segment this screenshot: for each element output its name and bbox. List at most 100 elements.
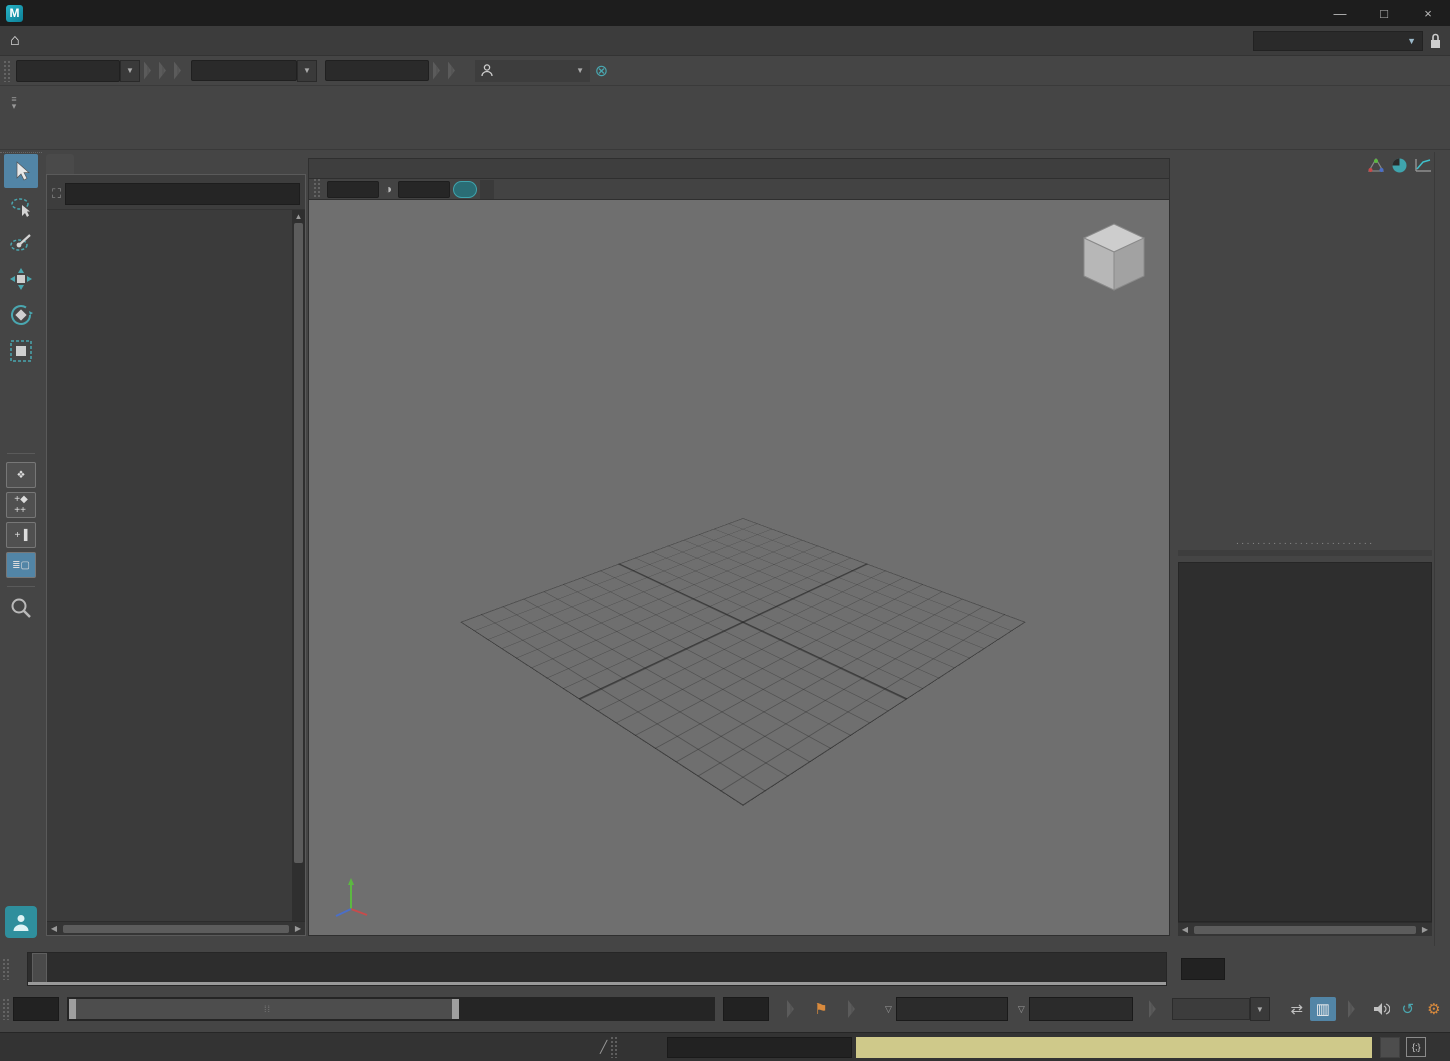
- group-collapser[interactable]: [1348, 1000, 1355, 1018]
- view-cube[interactable]: [1077, 220, 1151, 300]
- user-avatar[interactable]: [5, 906, 37, 938]
- bookmark-add-icon[interactable]: ⚑: [808, 997, 834, 1021]
- more-info-button[interactable]: [1380, 1037, 1400, 1058]
- selection-filter-icon[interactable]: ⛶: [52, 186, 61, 202]
- rotate-tool[interactable]: [4, 298, 38, 332]
- pencil-grip-icon[interactable]: ╱: [600, 1040, 607, 1054]
- fps-arrow[interactable]: ▼: [1250, 997, 1270, 1021]
- range-start-handle[interactable]: [69, 999, 76, 1019]
- speed-toggle-icon[interactable]: [1392, 158, 1407, 173]
- ground-plane-grid: [460, 518, 1026, 806]
- contrast-icon[interactable]: ◑: [379, 180, 398, 199]
- view-transform-select[interactable]: [480, 180, 494, 199]
- lasso-icon: [9, 196, 33, 218]
- scroll-left-icon[interactable]: ◀: [1178, 925, 1192, 934]
- live-surface-field[interactable]: [191, 60, 297, 81]
- panel-grip[interactable]: [2, 998, 10, 1020]
- outliner-vertical-scrollbar[interactable]: ▲: [292, 210, 305, 921]
- menu-set-select[interactable]: [16, 60, 120, 82]
- select-tool[interactable]: [4, 154, 38, 188]
- character-set-field[interactable]: [896, 997, 1008, 1021]
- group-collapser[interactable]: [144, 62, 151, 80]
- group-grip[interactable]: [3, 60, 11, 82]
- outliner-list: ▲: [47, 209, 305, 921]
- scroll-right-icon[interactable]: ▶: [291, 924, 305, 933]
- panel-divider[interactable]: ··························: [1178, 538, 1432, 549]
- home-icon[interactable]: ⌂: [10, 32, 20, 50]
- retime-icon[interactable]: ↺: [1395, 997, 1421, 1021]
- shelf-menu-icon[interactable]: ≡▾: [0, 96, 28, 110]
- graph-icon[interactable]: [1415, 158, 1432, 172]
- move-tool[interactable]: [4, 262, 38, 296]
- current-frame-field[interactable]: [1181, 958, 1225, 980]
- layer-editor-panel: ◀ ▶: [1178, 550, 1432, 936]
- timeline-ruler[interactable]: [27, 952, 1167, 986]
- outliner-horizontal-scrollbar[interactable]: ◀ ▶: [47, 921, 305, 935]
- circle-x-icon[interactable]: ⊗: [590, 59, 613, 82]
- zoom-tool-icon[interactable]: [10, 597, 32, 619]
- command-line-input[interactable]: [667, 1037, 852, 1058]
- viewport-menubar: [308, 158, 1170, 178]
- exposure-field[interactable]: [327, 181, 379, 198]
- paint-select-tool[interactable]: [4, 226, 38, 260]
- layer-editor-scrollbar[interactable]: ◀ ▶: [1178, 922, 1432, 936]
- group-collapser[interactable]: [448, 62, 455, 80]
- group-collapser[interactable]: [787, 1000, 794, 1018]
- scrollbar-thumb[interactable]: [1194, 926, 1416, 934]
- status-line: ▼ ▼ ▼ ⊗: [0, 56, 1450, 86]
- sidebar-tab-strip: [1434, 152, 1450, 946]
- live-surface-arrow[interactable]: ▼: [297, 60, 317, 82]
- axis-gizmo: [329, 873, 375, 919]
- gamma-field[interactable]: [398, 181, 450, 198]
- color-management-toggle[interactable]: [453, 181, 477, 198]
- layout-two-pane-button[interactable]: +▐: [6, 522, 36, 548]
- group-collapser[interactable]: [433, 62, 440, 80]
- scrollbar-thumb[interactable]: [63, 925, 289, 933]
- character-set-arrow[interactable]: ▽: [885, 1004, 892, 1015]
- workspace-lock-icon[interactable]: [1429, 33, 1442, 49]
- lasso-select-tool[interactable]: [4, 190, 38, 224]
- outliner-panel-tab[interactable]: [46, 154, 74, 174]
- sign-in-button[interactable]: ▼: [475, 60, 590, 82]
- script-editor-icon[interactable]: {;}: [1406, 1037, 1426, 1057]
- layout-outliner-persp-button[interactable]: ≣▢: [6, 552, 36, 578]
- layout-four-pane-button[interactable]: +◆++: [6, 492, 36, 518]
- close-button[interactable]: ×: [1406, 0, 1450, 26]
- group-collapser[interactable]: [1149, 1000, 1156, 1018]
- scroll-right-icon[interactable]: ▶: [1418, 925, 1432, 934]
- panel-grip[interactable]: [2, 958, 10, 980]
- channel-gizmo-icon[interactable]: [1368, 158, 1384, 172]
- scroll-up-icon[interactable]: ▲: [295, 210, 303, 223]
- range-end-handle[interactable]: [452, 999, 459, 1019]
- layout-single-pane-button[interactable]: ❖: [6, 462, 36, 488]
- loop-playback-icon[interactable]: ⇄: [1284, 997, 1310, 1021]
- animation-end-field[interactable]: [723, 997, 769, 1021]
- outliner-search-input[interactable]: [65, 183, 300, 205]
- audio-mute-icon[interactable]: [1369, 997, 1395, 1021]
- clip-playback-icon[interactable]: ▥: [1310, 997, 1336, 1021]
- group-collapser[interactable]: [159, 62, 166, 80]
- group-collapser[interactable]: [848, 1000, 855, 1018]
- anim-layer-arrow[interactable]: ▽: [1018, 1004, 1025, 1015]
- maximize-button[interactable]: □: [1362, 0, 1406, 26]
- animation-start-field[interactable]: [13, 997, 59, 1021]
- panel-grip[interactable]: [610, 1036, 618, 1058]
- anim-layer-field[interactable]: [1029, 997, 1133, 1021]
- group-collapser[interactable]: [174, 62, 181, 80]
- range-slider-track[interactable]: ⁞⁞: [67, 997, 715, 1021]
- viewport-canvas[interactable]: [308, 200, 1170, 936]
- symmetry-field[interactable]: [325, 60, 429, 81]
- panel-grip[interactable]: [313, 178, 321, 200]
- help-line-warning: [856, 1037, 1372, 1058]
- fps-select[interactable]: [1172, 998, 1250, 1020]
- scrollbar-thumb[interactable]: [294, 223, 303, 863]
- animation-preferences-icon[interactable]: ⚙: [1421, 997, 1447, 1021]
- current-frame-marker[interactable]: [32, 953, 47, 985]
- scale-tool[interactable]: [4, 334, 38, 368]
- layer-list-area[interactable]: [1178, 562, 1432, 922]
- playback-range[interactable]: ⁞⁞: [69, 999, 459, 1019]
- menu-set-arrow[interactable]: ▼: [120, 60, 140, 82]
- scroll-left-icon[interactable]: ◀: [47, 924, 61, 933]
- minimize-button[interactable]: —: [1318, 0, 1362, 26]
- workspace-select[interactable]: ▼: [1253, 31, 1423, 51]
